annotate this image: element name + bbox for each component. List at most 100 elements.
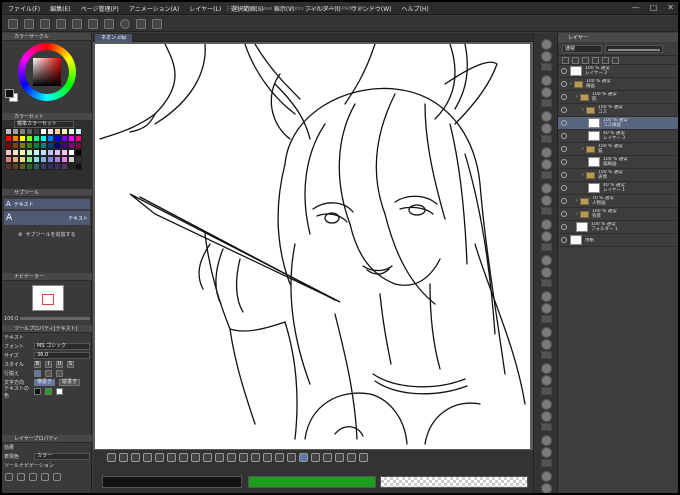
navigator-thumbnail[interactable] xyxy=(32,285,64,311)
eye-icon[interactable] xyxy=(561,224,567,230)
panel-shortcut-icon[interactable] xyxy=(541,99,552,107)
transform-icon[interactable] xyxy=(104,18,114,29)
color-swatch[interactable] xyxy=(54,163,61,170)
color-swatch[interactable] xyxy=(19,156,26,163)
color-swatch[interactable] xyxy=(19,142,26,149)
color-swatch[interactable] xyxy=(33,163,40,170)
color-swatch[interactable] xyxy=(68,128,75,135)
menu-item[interactable]: 編集(E) xyxy=(50,4,70,13)
color-swatch[interactable] xyxy=(47,156,54,163)
mask-icon[interactable] xyxy=(612,56,619,64)
color-swatch[interactable] xyxy=(47,128,54,135)
expand-caret-icon[interactable]: › xyxy=(582,107,584,113)
snap-icon[interactable] xyxy=(120,18,130,29)
airbrush-icon[interactable] xyxy=(143,453,152,462)
color-swatch[interactable] xyxy=(54,135,61,142)
color-swatch[interactable] xyxy=(19,163,26,170)
panel-shortcut-icon[interactable] xyxy=(541,447,552,458)
color-swatch[interactable] xyxy=(68,135,75,142)
panel-shortcut-icon[interactable] xyxy=(541,423,552,431)
color-swatch[interactable] xyxy=(61,163,68,170)
color-swatch[interactable] xyxy=(54,142,61,149)
panel-shortcut-icon[interactable] xyxy=(541,207,552,215)
color-swatch[interactable] xyxy=(12,163,19,170)
eye-icon[interactable] xyxy=(561,133,567,139)
panel-shortcut-icon[interactable] xyxy=(541,435,552,446)
color-swatch[interactable] xyxy=(12,142,19,149)
color-swatch[interactable] xyxy=(61,128,68,135)
canvas-paper[interactable] xyxy=(95,43,530,449)
color-swatch[interactable] xyxy=(19,135,26,142)
color-swatch[interactable] xyxy=(61,149,68,156)
eye-icon[interactable] xyxy=(561,237,567,243)
sub-color-bar[interactable] xyxy=(248,476,376,488)
color-swatch[interactable] xyxy=(19,128,26,135)
maximize-button[interactable]: □ xyxy=(650,4,658,12)
layer-row[interactable]: › 100 % 通常猫 xyxy=(558,143,678,156)
close-button[interactable]: ✕ xyxy=(667,4,674,12)
minimize-button[interactable]: — xyxy=(632,4,640,12)
panel-shortcut-icon[interactable] xyxy=(541,147,552,158)
layer-row[interactable]: › 100 % 通常 背景 xyxy=(558,208,678,221)
color-swatch[interactable] xyxy=(61,135,68,142)
color-swatch[interactable] xyxy=(75,135,82,142)
eye-icon[interactable] xyxy=(561,172,567,178)
expand-caret-icon[interactable]: › xyxy=(576,198,578,204)
eye-icon[interactable] xyxy=(561,159,567,165)
main-color-bar[interactable] xyxy=(102,476,242,488)
color-swatch[interactable] xyxy=(26,142,33,149)
expand-caret-icon[interactable]: › xyxy=(582,146,584,152)
redo-icon[interactable] xyxy=(72,18,82,29)
panel-shortcut-icon[interactable] xyxy=(541,219,552,230)
panel-shortcut-icon[interactable] xyxy=(541,135,552,143)
eye-icon[interactable] xyxy=(561,107,567,113)
color-swatch[interactable] xyxy=(26,135,33,142)
color-set-dropdown[interactable]: 標準カラーセット xyxy=(14,121,74,128)
rotate-icon[interactable] xyxy=(359,453,368,462)
color-swatch[interactable] xyxy=(26,149,33,156)
save-icon[interactable] xyxy=(40,18,50,29)
panel-shortcut-icon[interactable] xyxy=(541,399,552,410)
panel-shortcut-icon[interactable] xyxy=(541,363,552,374)
panel-shortcut-icon[interactable] xyxy=(541,255,552,266)
layer-row[interactable]: › 100 % 通常 コス xyxy=(558,104,678,117)
align-right-button[interactable] xyxy=(56,370,63,377)
eye-icon[interactable] xyxy=(561,94,567,100)
fill-tool-icon[interactable] xyxy=(179,453,188,462)
zoom-slider[interactable] xyxy=(20,317,90,320)
pen-tool-icon[interactable] xyxy=(119,453,128,462)
color-swatch[interactable] xyxy=(5,142,12,149)
layer-row[interactable]: › 70 % 通常 人物画 xyxy=(558,195,678,208)
color-swatch[interactable] xyxy=(5,163,12,170)
color-swatch[interactable] xyxy=(5,135,12,142)
hand-icon[interactable] xyxy=(347,453,356,462)
color-swatch[interactable] xyxy=(33,142,40,149)
layer-row[interactable]: 100 % 通常 猫線画 xyxy=(558,156,678,169)
layer-row[interactable]: › 100 % 通常 表情 xyxy=(558,169,678,182)
vertical-text-button[interactable]: 縦書き xyxy=(59,379,81,386)
tab-canvas[interactable]: ネオン.clip xyxy=(95,34,133,42)
panel-shortcut-icon[interactable] xyxy=(541,267,552,278)
layer-row[interactable]: 用紙 xyxy=(558,234,678,247)
color-swatch[interactable] xyxy=(75,149,82,156)
text-color-user-swatch[interactable] xyxy=(56,388,63,395)
layer-row[interactable]: 100 % 通常 フォルダー 1 xyxy=(558,221,678,234)
panel-shortcut-icon[interactable] xyxy=(541,315,552,323)
panel-shortcut-icon[interactable] xyxy=(541,303,552,314)
color-swatch[interactable] xyxy=(54,156,61,163)
color-swatch[interactable] xyxy=(54,149,61,156)
color-swatch[interactable] xyxy=(12,149,19,156)
saturation-value-square[interactable] xyxy=(33,58,61,86)
expand-caret-icon[interactable]: › xyxy=(576,211,578,217)
color-swatch[interactable] xyxy=(61,156,68,163)
text-tool-button-icon[interactable] xyxy=(299,453,308,462)
panel-shortcut-icon[interactable] xyxy=(541,471,552,482)
panel-shortcut-icon[interactable] xyxy=(541,387,552,395)
color-swatch[interactable] xyxy=(47,135,54,142)
move-icon[interactable] xyxy=(239,453,248,462)
color-swatch[interactable] xyxy=(75,163,82,170)
panel-shortcut-icon[interactable] xyxy=(541,231,552,242)
pencil-icon[interactable] xyxy=(107,453,116,462)
color-swatch[interactable] xyxy=(47,142,54,149)
color-swatch[interactable] xyxy=(68,156,75,163)
